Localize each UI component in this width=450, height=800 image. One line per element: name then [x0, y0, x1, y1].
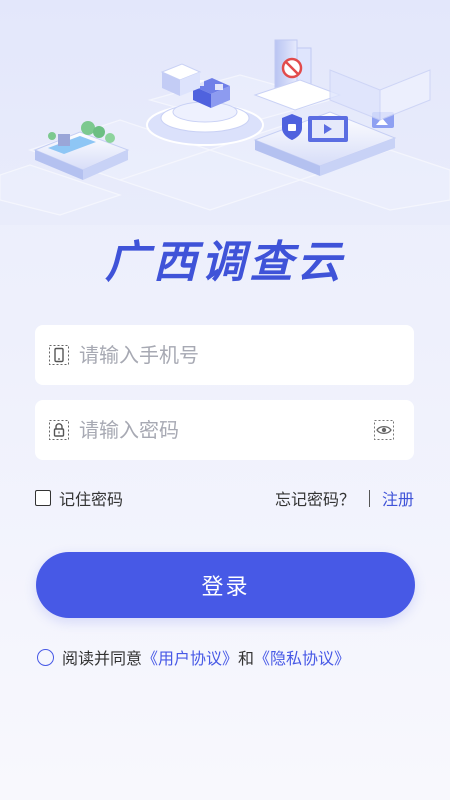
phone-input[interactable]	[79, 325, 359, 385]
remember-password-toggle[interactable]: 记住密码	[35, 486, 123, 510]
password-field[interactable]	[35, 400, 414, 460]
remember-checkbox[interactable]	[35, 490, 51, 506]
app-title: 广西调查云	[105, 237, 345, 288]
agreement-prefix: 阅读并同意	[62, 649, 143, 668]
account-links: 忘记密码？ 注册	[275, 486, 414, 510]
agreement-row: 阅读并同意 《用户协议》 和 《隐私协议》	[37, 645, 350, 669]
isometric-city-illustration	[0, 0, 450, 225]
user-agreement-link[interactable]: 《用户协议》	[142, 645, 238, 669]
phone-field[interactable]	[35, 325, 414, 385]
agreement-radio[interactable]	[37, 648, 54, 666]
login-button[interactable]: 登录	[36, 552, 415, 618]
register-link[interactable]: 注册	[382, 486, 414, 510]
remember-label: 记住密码	[59, 490, 124, 509]
forgot-password-link[interactable]: 忘记密码？	[275, 486, 355, 510]
hero-illustration	[0, 0, 450, 225]
lock-icon	[49, 420, 69, 440]
eye-icon[interactable]	[374, 420, 394, 440]
link-divider	[368, 489, 370, 507]
smartphone-icon	[49, 345, 69, 365]
agreement-conjunction: 和	[238, 649, 255, 668]
password-input[interactable]	[79, 400, 359, 460]
privacy-policy-link[interactable]: 《隐私协议》	[254, 645, 350, 669]
